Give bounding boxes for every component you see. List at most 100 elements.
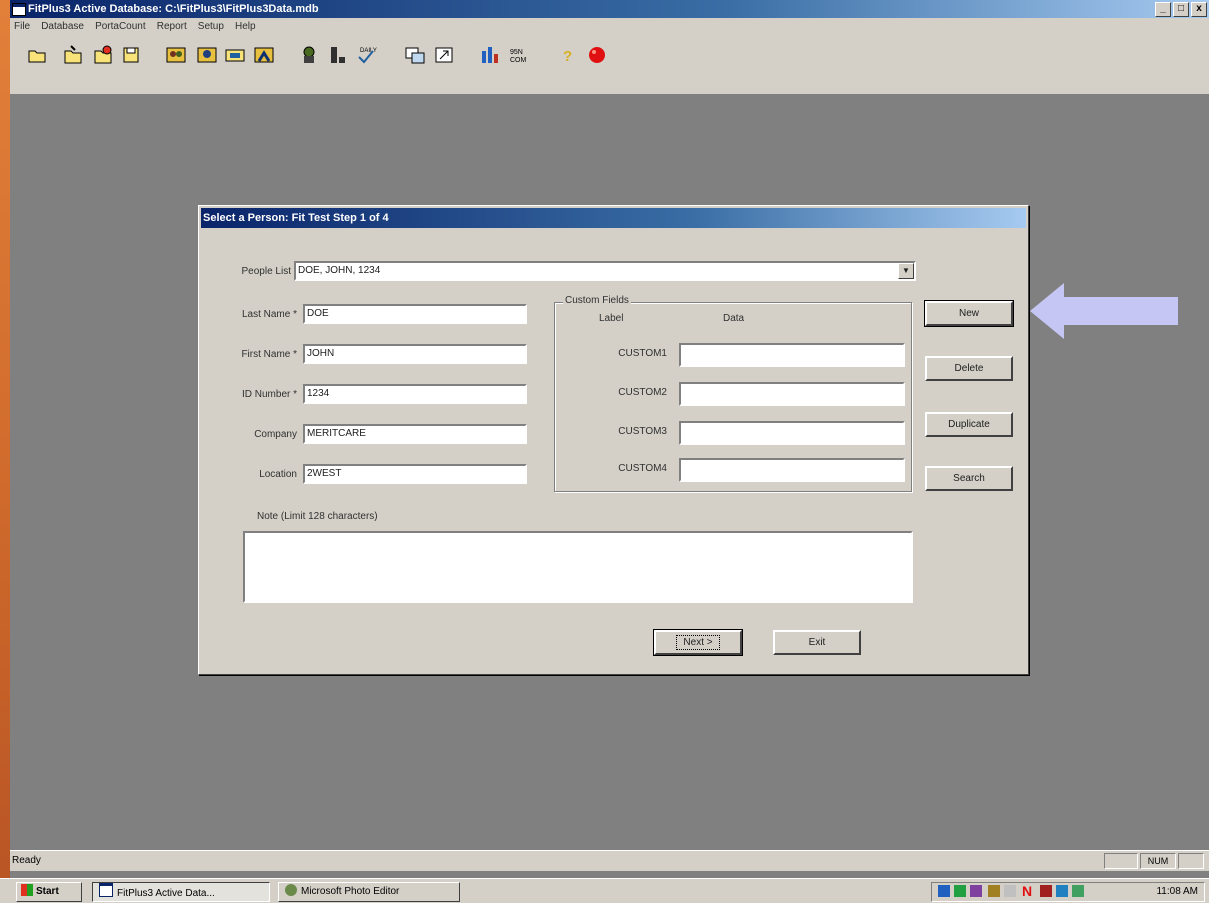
custom1-field[interactable] (679, 343, 905, 367)
status-bar: Ready NUM (10, 850, 1209, 871)
help-icon[interactable]: ? (557, 44, 579, 66)
toolbar: DAILY 95N COM ? (10, 36, 1209, 95)
menu-setup[interactable]: Setup (194, 18, 228, 36)
minimize-button[interactable]: _ (1155, 2, 1171, 17)
next-button[interactable]: Next > (653, 629, 743, 656)
folder-card-icon[interactable] (224, 44, 246, 66)
status-pane (1104, 853, 1138, 869)
select-person-dialog: Select a Person: Fit Test Step 1 of 4 Pe… (198, 205, 1029, 675)
maximize-button[interactable]: □ (1173, 2, 1189, 17)
respirator-icon[interactable] (298, 44, 320, 66)
location-label: Location (259, 469, 297, 480)
id-number-field[interactable]: 1234 (303, 384, 527, 404)
svg-text:COM: COM (510, 57, 527, 64)
window-controls: _ □ x (1155, 2, 1207, 17)
close-button[interactable]: x (1191, 2, 1207, 17)
stop-red-icon[interactable] (586, 44, 608, 66)
n95-companion-icon[interactable]: 95N COM (508, 44, 530, 66)
last-name-label: Last Name * (241, 309, 297, 320)
tray-icon-volume[interactable] (1004, 885, 1016, 897)
app-window-icon (99, 883, 113, 897)
custom-fields-group: Custom Fields Label Data CUSTOM1 CUSTOM2… (554, 295, 912, 492)
data-transfer-icon[interactable] (404, 44, 426, 66)
status-num: NUM (1140, 853, 1176, 869)
app-title: FitPlus3 Active Database: C:\FitPlus3\Fi… (28, 3, 319, 15)
first-name-label: First Name * (241, 349, 297, 360)
open-record-icon[interactable] (92, 44, 114, 66)
location-field[interactable]: 2WEST (303, 464, 527, 484)
people-icon[interactable] (165, 44, 187, 66)
callout-arrow-icon (1030, 283, 1178, 339)
app-window-icon (12, 3, 26, 16)
bar-chart-icon[interactable] (479, 44, 501, 66)
windows-logo-icon (21, 884, 33, 896)
menu-database[interactable]: Database (37, 18, 88, 36)
note-label: Note (Limit 128 characters) (257, 511, 378, 522)
menu-report[interactable]: Report (153, 18, 191, 36)
dialog-titlebar: Select a Person: Fit Test Step 1 of 4 (201, 208, 1026, 228)
menu-file[interactable]: File (10, 18, 34, 36)
custom3-label: CUSTOM3 (618, 426, 667, 437)
menu-help[interactable]: Help (231, 18, 260, 36)
tray-icon-printer[interactable] (988, 885, 1000, 897)
custom2-label: CUSTOM2 (618, 387, 667, 398)
id-number-label: ID Number * (241, 389, 297, 400)
svg-text:DAILY: DAILY (360, 48, 377, 54)
tray-icon-n[interactable]: N (1022, 883, 1032, 899)
custom2-field[interactable] (679, 382, 905, 406)
dialog-title: Select a Person: Fit Test Step 1 of 4 (203, 212, 389, 224)
new-folder-icon[interactable] (62, 44, 84, 66)
custom1-label: CUSTOM1 (618, 348, 667, 359)
custom-col-data: Data (723, 313, 745, 324)
photo-editor-icon (285, 884, 297, 896)
export-icon[interactable] (433, 44, 455, 66)
svg-text:?: ? (563, 48, 572, 65)
tray-icon-sync[interactable] (1056, 885, 1068, 897)
last-name-field[interactable]: DOE (303, 304, 527, 324)
custom3-field[interactable] (679, 421, 905, 445)
clock: 11:08 AM (1156, 886, 1198, 897)
taskbar-item-fitplus3[interactable]: FitPlus3 Active Data... (92, 882, 270, 902)
tray-icon-monitor[interactable] (954, 885, 966, 897)
taskbar-item-label: Microsoft Photo Editor (301, 886, 400, 897)
start-label: Start (36, 886, 59, 897)
company-label: Company (254, 429, 297, 440)
note-field[interactable] (243, 531, 913, 603)
menu-bar: File Database PortaCount Report Setup He… (10, 18, 1209, 36)
custom-col-label: Label (599, 313, 624, 324)
exit-button[interactable]: Exit (773, 630, 861, 655)
custom-fields-legend: Custom Fields (563, 295, 631, 306)
duplicate-button[interactable]: Duplicate (925, 412, 1013, 437)
save-disk-icon[interactable] (120, 44, 142, 66)
custom4-field[interactable] (679, 458, 905, 482)
people-list-value: DOE, JOHN, 1234 (298, 265, 381, 276)
people-group-icon[interactable] (196, 44, 218, 66)
taskbar: Start FitPlus3 Active Data... Microsoft … (0, 878, 1209, 903)
tray-icon-antivirus[interactable] (1072, 885, 1084, 897)
open-folder-icon[interactable] (26, 44, 48, 66)
start-button[interactable]: Start (16, 882, 82, 902)
chevron-down-icon[interactable]: ▼ (898, 263, 914, 279)
status-pane-2 (1178, 853, 1204, 869)
system-tray: N 11:08 AM (931, 882, 1205, 902)
first-name-field[interactable]: JOHN (303, 344, 527, 364)
taskbar-item-label: FitPlus3 Active Data... (117, 888, 215, 899)
person-run-icon[interactable] (253, 44, 275, 66)
tray-icon-shield[interactable] (970, 885, 982, 897)
new-button[interactable]: New (924, 300, 1014, 327)
company-field[interactable]: MERITCARE (303, 424, 527, 444)
app-titlebar: FitPlus3 Active Database: C:\FitPlus3\Fi… (10, 0, 1209, 18)
tray-icon-network[interactable] (938, 885, 950, 897)
daily-check-icon[interactable]: DAILY (355, 44, 377, 66)
menu-portacount[interactable]: PortaCount (91, 18, 150, 36)
svg-text:95N: 95N (510, 49, 523, 56)
delete-button[interactable]: Delete (925, 356, 1013, 381)
custom4-label: CUSTOM4 (618, 463, 667, 474)
people-list-combo[interactable]: DOE, JOHN, 1234 ▼ (294, 261, 916, 281)
search-button[interactable]: Search (925, 466, 1013, 491)
status-ready: Ready (12, 855, 41, 866)
taskbar-item-photo-editor[interactable]: Microsoft Photo Editor (278, 882, 460, 902)
next-button-label: Next > (676, 635, 720, 650)
tray-icon-mail[interactable] (1040, 885, 1052, 897)
fit-test-icon[interactable] (327, 44, 349, 66)
